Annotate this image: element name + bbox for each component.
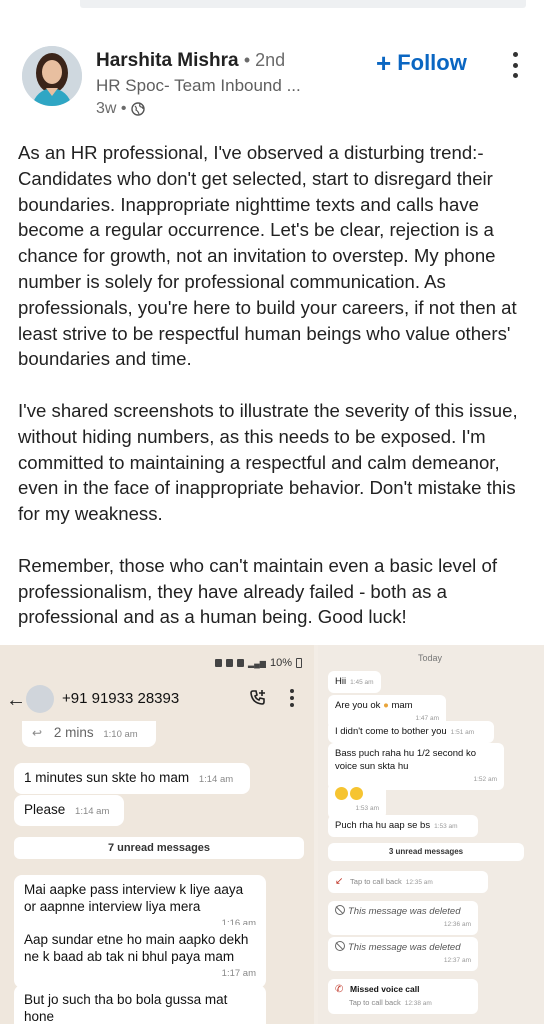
deleted-message: This message was deleted 12:36 am (328, 901, 478, 935)
battery-level: 10% (269, 657, 292, 669)
plus-icon: + (376, 48, 392, 78)
post-images[interactable]: ▂▄▆ 10% ← +91 91933 28393 ↩ 2 mins 1:10 … (0, 645, 544, 1024)
connection-degree: • 2nd (243, 50, 286, 70)
post-paragraph-2: I've shared screenshots to illustrate th… (18, 399, 518, 525)
vertical-dots-icon[interactable] (508, 52, 522, 78)
chat-message: Puch rha hu aap se bs 1:53 am (328, 815, 478, 837)
follow-button[interactable]: + Follow (376, 50, 467, 76)
unread-divider: 7 unread messages (14, 837, 304, 859)
chat-message: 1 minutes sun skte ho mam 1:14 am (14, 763, 250, 794)
chat-message: Aap sundar etne ho main aapko dekh ne k … (14, 925, 266, 988)
chat-screenshot-left[interactable]: ▂▄▆ 10% ← +91 91933 28393 ↩ 2 mins 1:10 … (0, 645, 314, 1024)
missed-call-icon: ↙ (335, 876, 344, 887)
unread-divider: 3 unread messages (328, 843, 524, 861)
time-ago: 3w • (96, 100, 127, 117)
author-avatar[interactable] (22, 46, 82, 106)
notification-icon (214, 659, 222, 667)
missed-call-message[interactable]: ✆ Missed voice call Tap to call back 12:3… (328, 979, 478, 1014)
notification-icon (236, 659, 244, 667)
post-header: Harshita Mishra • 2nd HR Spoc- Team Inbo… (0, 36, 544, 126)
date-divider: Today (418, 653, 443, 663)
unamused-emoji-icon (335, 787, 348, 800)
author-photo (22, 46, 82, 106)
author-headline: HR Spoc- Team Inbound ... (96, 76, 301, 95)
author-name[interactable]: Harshita Mishra (96, 50, 239, 71)
back-arrow-icon[interactable]: ← (6, 689, 26, 712)
chat-message: I didn't come to bother you 1:51 am (328, 721, 494, 743)
reply-arrow-icon: ↩ (32, 726, 43, 740)
ok-hand-emoji-icon: ● (383, 700, 389, 711)
author-name-line[interactable]: Harshita Mishra • 2nd (96, 50, 285, 72)
battery-icon (296, 658, 302, 668)
notification-icon (225, 659, 233, 667)
chat-more-icon[interactable] (290, 689, 294, 707)
chat-message: Please 1:14 am (14, 795, 124, 826)
previous-post-edge (80, 0, 526, 8)
globe-icon (130, 102, 145, 116)
post-text: As an HR professional, I've observed a d… (18, 140, 538, 656)
missed-call-message[interactable]: ↙ Tap to call back 12:35 am (328, 871, 488, 893)
chat-header: ← +91 91933 28393 (0, 681, 314, 717)
chat-message: 1:53 am (328, 783, 386, 819)
add-call-icon[interactable] (248, 688, 268, 708)
deleted-icon (335, 941, 345, 951)
chat-message: But jo such tha bo bola gussa mat hone (14, 985, 266, 1024)
chat-screenshot-right[interactable]: Today Hii 1:45 am Are you ok ● mam 1:47 a… (318, 645, 544, 1024)
follow-label: Follow (397, 50, 467, 75)
chat-message: Hii 1:45 am (328, 671, 381, 693)
unamused-emoji-icon (350, 787, 363, 800)
post-time: 3w • (96, 100, 145, 118)
contact-avatar[interactable] (26, 685, 54, 713)
deleted-message: This message was deleted 12:37 am (328, 937, 478, 971)
contact-number[interactable]: +91 91933 28393 (62, 690, 179, 707)
post-paragraph-1: As an HR professional, I've observed a d… (18, 142, 517, 370)
chat-message: ↩ 2 mins 1:10 am (22, 721, 156, 747)
post-paragraph-3: Remember, those who can't maintain even … (18, 554, 497, 628)
signal-icon: ▂▄▆ (247, 658, 266, 668)
status-bar: ▂▄▆ 10% (214, 657, 302, 669)
missed-call-icon: ✆ (335, 984, 344, 995)
deleted-icon (335, 905, 345, 915)
